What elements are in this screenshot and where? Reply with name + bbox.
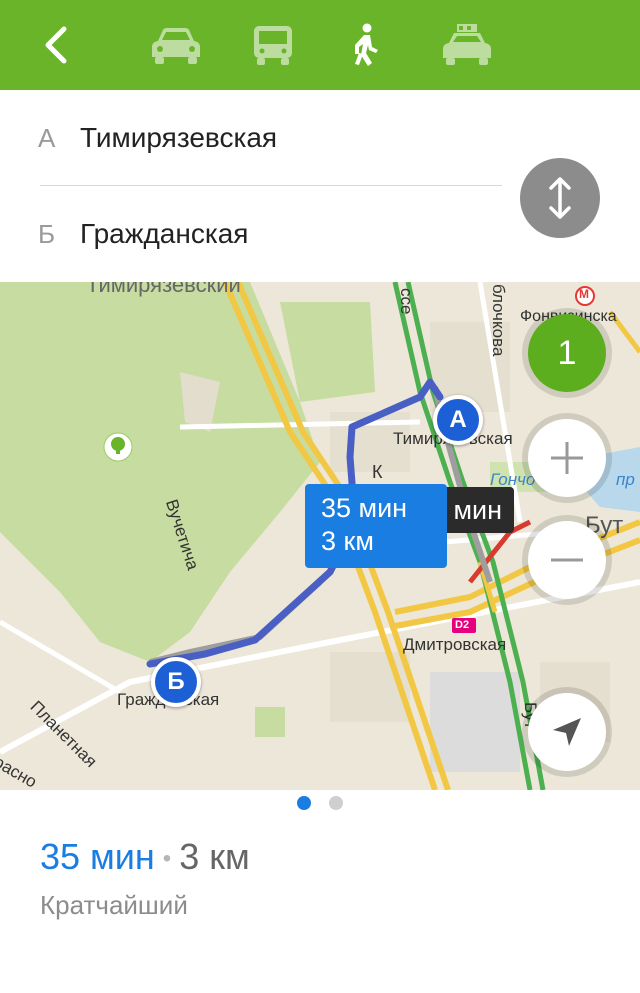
map-label-k: К bbox=[372, 462, 383, 482]
map-view[interactable]: Тимирязевский Вучетича блочкова Фонвизин… bbox=[0, 282, 640, 790]
from-field[interactable]: А Тимирязевская bbox=[0, 90, 520, 186]
location-arrow-icon bbox=[553, 718, 581, 746]
summary-time: 35 мин bbox=[40, 836, 155, 877]
pager-dot[interactable] bbox=[329, 796, 343, 810]
taxi-icon bbox=[443, 24, 491, 65]
pager-dot-active[interactable] bbox=[297, 796, 311, 810]
summary-distance: 3 км bbox=[179, 836, 250, 877]
chevron-left-icon bbox=[45, 26, 67, 64]
zoom-in-button[interactable] bbox=[528, 419, 606, 497]
mode-walk-button[interactable] bbox=[340, 0, 392, 90]
route-callout-distance: 3 км bbox=[321, 526, 374, 556]
pager-dots bbox=[0, 796, 640, 812]
plus-icon bbox=[551, 442, 583, 474]
pedestrian-icon bbox=[355, 23, 378, 66]
map-label-dmitrovskaya: Дмитровская bbox=[403, 635, 507, 654]
mode-car-button[interactable] bbox=[145, 0, 207, 90]
to-value: Гражданская bbox=[80, 218, 249, 249]
marker-b[interactable]: Б bbox=[151, 657, 201, 707]
route-inputs-panel: А Тимирязевская Б Гражданская bbox=[0, 90, 640, 282]
d2-badge: D2 bbox=[455, 619, 470, 631]
swap-vertical-icon bbox=[549, 177, 571, 219]
route-callout-time: 35 мин bbox=[321, 493, 408, 523]
route-count-button[interactable]: 1 bbox=[528, 314, 606, 392]
zoom-out-button[interactable] bbox=[528, 521, 606, 599]
route-summary-panel[interactable]: 35 мин • 3 км Кратчайший bbox=[0, 790, 640, 993]
map-label-district: Тимирязевский bbox=[86, 282, 241, 297]
swap-button[interactable] bbox=[520, 158, 600, 238]
marker-a[interactable]: А bbox=[433, 395, 483, 445]
locate-me-button[interactable] bbox=[528, 693, 606, 771]
mode-taxi-button[interactable] bbox=[436, 0, 498, 90]
route-type: Кратчайший bbox=[40, 890, 188, 920]
car-icon bbox=[152, 28, 200, 64]
park-area bbox=[0, 282, 320, 662]
minus-icon bbox=[551, 558, 583, 562]
from-value: Тимирязевская bbox=[80, 122, 278, 153]
transport-mode-bar bbox=[0, 0, 640, 90]
park-area-2 bbox=[280, 302, 375, 402]
to-letter: Б bbox=[38, 218, 56, 249]
bus-icon bbox=[254, 26, 292, 65]
back-button[interactable] bbox=[30, 0, 80, 90]
map-label-blochkova: блочкова bbox=[489, 284, 508, 357]
to-field[interactable]: Б Гражданская bbox=[0, 186, 520, 282]
from-letter: А bbox=[38, 122, 56, 153]
summary-separator: • bbox=[162, 845, 172, 873]
metro-badge: М bbox=[579, 287, 589, 301]
route-summary: 35 мин • 3 км bbox=[40, 836, 250, 878]
mode-bus-button[interactable] bbox=[242, 0, 304, 90]
route-callout[interactable]: 35 мин 3 км bbox=[305, 484, 447, 568]
map-label-pond-2: пр bbox=[616, 470, 635, 489]
map-label-shosse: ссе bbox=[397, 288, 416, 315]
